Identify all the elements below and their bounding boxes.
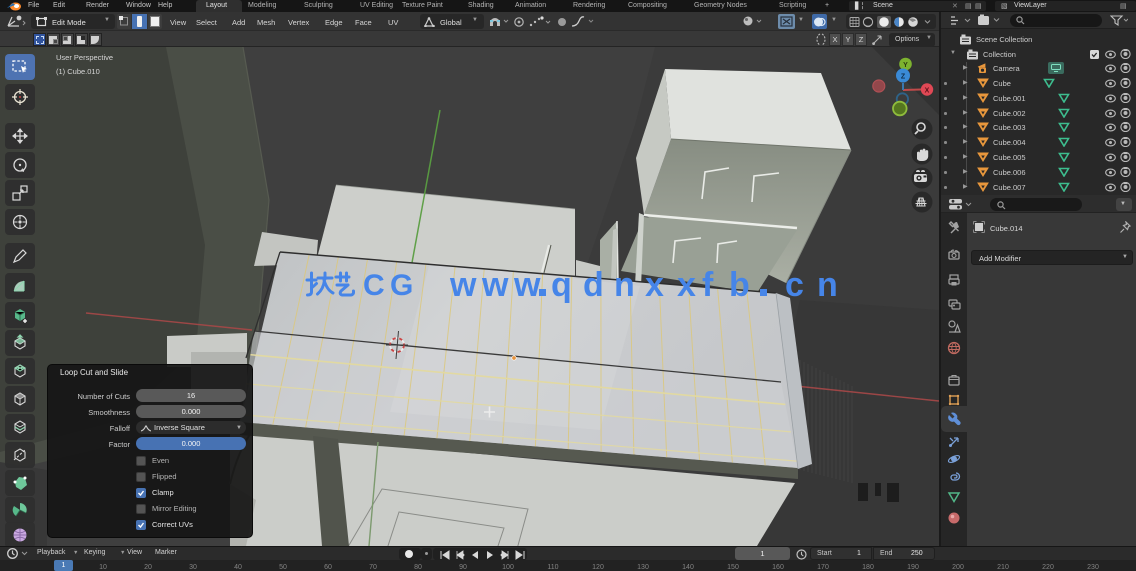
svg-text:C: C <box>363 271 385 301</box>
svg-text:Y: Y <box>903 62 908 69</box>
svg-text:Z: Z <box>901 74 906 81</box>
svg-text:G: G <box>390 271 413 301</box>
svg-text:X: X <box>925 88 930 95</box>
